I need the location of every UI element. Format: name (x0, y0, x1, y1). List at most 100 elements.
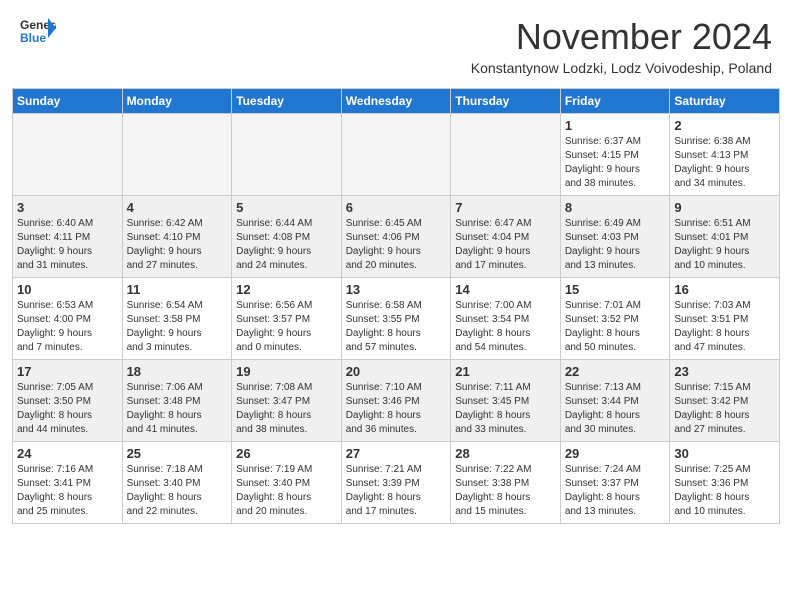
day-info: Sunrise: 7:16 AM Sunset: 3:41 PM Dayligh… (17, 463, 118, 519)
day-info: Sunrise: 6:44 AM Sunset: 4:08 PM Dayligh… (236, 217, 337, 273)
day-header-wednesday: Wednesday (341, 89, 451, 114)
calendar-cell: 20 Sunrise: 7:10 AM Sunset: 3:46 PM Dayli… (341, 360, 451, 442)
day-info: Sunrise: 6:42 AM Sunset: 4:10 PM Dayligh… (127, 217, 228, 273)
day-header-tuesday: Tuesday (232, 89, 342, 114)
calendar-cell (13, 114, 123, 196)
day-number: 23 (674, 364, 775, 379)
day-number: 4 (127, 200, 228, 215)
day-number: 6 (346, 200, 447, 215)
calendar-cell: 2 Sunrise: 6:38 AM Sunset: 4:13 PM Daylig… (670, 114, 780, 196)
calendar-table: SundayMondayTuesdayWednesdayThursdayFrid… (12, 88, 780, 524)
day-info: Sunrise: 6:37 AM Sunset: 4:15 PM Dayligh… (565, 135, 666, 191)
day-info: Sunrise: 7:15 AM Sunset: 3:42 PM Dayligh… (674, 381, 775, 437)
day-info: Sunrise: 6:38 AM Sunset: 4:13 PM Dayligh… (674, 135, 775, 191)
day-header-thursday: Thursday (451, 89, 561, 114)
calendar-cell: 11Sunrise: 6:54 AM Sunset: 3:58 PM Dayli… (122, 278, 232, 360)
day-number: 21 (455, 364, 556, 379)
day-number: 14 (455, 282, 556, 297)
calendar-cell (341, 114, 451, 196)
calendar-cell: 18 Sunrise: 7:06 AM Sunset: 3:48 PM Dayli… (122, 360, 232, 442)
day-info: Sunrise: 7:19 AM Sunset: 3:40 PM Dayligh… (236, 463, 337, 519)
day-info: Sunrise: 7:11 AM Sunset: 3:45 PM Dayligh… (455, 381, 556, 437)
day-info: Sunrise: 7:10 AM Sunset: 3:46 PM Dayligh… (346, 381, 447, 437)
day-info: Sunrise: 7:01 AM Sunset: 3:52 PM Dayligh… (565, 299, 666, 355)
day-number: 12 (236, 282, 337, 297)
calendar-cell (232, 114, 342, 196)
day-number: 22 (565, 364, 666, 379)
day-number: 9 (674, 200, 775, 215)
day-number: 30 (674, 446, 775, 461)
calendar-cell: 6 Sunrise: 6:45 AM Sunset: 4:06 PM Daylig… (341, 196, 451, 278)
calendar-cell: 9 Sunrise: 6:51 AM Sunset: 4:01 PM Daylig… (670, 196, 780, 278)
day-info: Sunrise: 7:24 AM Sunset: 3:37 PM Dayligh… (565, 463, 666, 519)
day-number: 8 (565, 200, 666, 215)
calendar-cell: 16 Sunrise: 7:03 AM Sunset: 3:51 PM Dayli… (670, 278, 780, 360)
day-number: 13 (346, 282, 447, 297)
day-info: Sunrise: 6:45 AM Sunset: 4:06 PM Dayligh… (346, 217, 447, 273)
subtitle: Konstantynow Lodzki, Lodz Voivodeship, P… (471, 60, 772, 76)
day-header-friday: Friday (560, 89, 670, 114)
calendar-cell: 29 Sunrise: 7:24 AM Sunset: 3:37 PM Dayli… (560, 442, 670, 524)
logo-icon: General Blue (20, 16, 56, 46)
day-info: Sunrise: 7:25 AM Sunset: 3:36 PM Dayligh… (674, 463, 775, 519)
calendar-cell: 24 Sunrise: 7:16 AM Sunset: 3:41 PM Dayli… (13, 442, 123, 524)
day-info: Sunrise: 7:03 AM Sunset: 3:51 PM Dayligh… (674, 299, 775, 355)
day-number: 10 (17, 282, 118, 297)
day-number: 25 (127, 446, 228, 461)
day-info: Sunrise: 6:58 AM Sunset: 3:55 PM Dayligh… (346, 299, 447, 355)
day-number: 26 (236, 446, 337, 461)
calendar-cell: 28 Sunrise: 7:22 AM Sunset: 3:38 PM Dayli… (451, 442, 561, 524)
calendar-cell (451, 114, 561, 196)
day-number: 18 (127, 364, 228, 379)
calendar-cell: 23 Sunrise: 7:15 AM Sunset: 3:42 PM Dayli… (670, 360, 780, 442)
calendar-cell: 19 Sunrise: 7:08 AM Sunset: 3:47 PM Dayli… (232, 360, 342, 442)
calendar-cell: 1 Sunrise: 6:37 AM Sunset: 4:15 PM Daylig… (560, 114, 670, 196)
calendar-cell: 7 Sunrise: 6:47 AM Sunset: 4:04 PM Daylig… (451, 196, 561, 278)
day-header-sunday: Sunday (13, 89, 123, 114)
day-number: 16 (674, 282, 775, 297)
day-info: Sunrise: 7:06 AM Sunset: 3:48 PM Dayligh… (127, 381, 228, 437)
calendar-cell: 12Sunrise: 6:56 AM Sunset: 3:57 PM Dayli… (232, 278, 342, 360)
title-section: November 2024 Konstantynow Lodzki, Lodz … (471, 16, 772, 76)
calendar-cell: 13 Sunrise: 6:58 AM Sunset: 3:55 PM Dayli… (341, 278, 451, 360)
day-info: Sunrise: 6:53 AM Sunset: 4:00 PM Dayligh… (17, 299, 118, 355)
day-info: Sunrise: 6:47 AM Sunset: 4:04 PM Dayligh… (455, 217, 556, 273)
day-number: 7 (455, 200, 556, 215)
calendar-cell (122, 114, 232, 196)
day-number: 20 (346, 364, 447, 379)
day-info: Sunrise: 6:49 AM Sunset: 4:03 PM Dayligh… (565, 217, 666, 273)
calendar-cell: 14Sunrise: 7:00 AM Sunset: 3:54 PM Dayli… (451, 278, 561, 360)
page-header: General Blue November 2024 Konstantynow … (0, 0, 792, 80)
calendar-cell: 27 Sunrise: 7:21 AM Sunset: 3:39 PM Dayli… (341, 442, 451, 524)
day-number: 19 (236, 364, 337, 379)
calendar-cell: 3Sunrise: 6:40 AM Sunset: 4:11 PM Daylig… (13, 196, 123, 278)
day-info: Sunrise: 7:08 AM Sunset: 3:47 PM Dayligh… (236, 381, 337, 437)
day-number: 27 (346, 446, 447, 461)
day-info: Sunrise: 7:05 AM Sunset: 3:50 PM Dayligh… (17, 381, 118, 437)
day-info: Sunrise: 6:51 AM Sunset: 4:01 PM Dayligh… (674, 217, 775, 273)
day-info: Sunrise: 7:21 AM Sunset: 3:39 PM Dayligh… (346, 463, 447, 519)
day-info: Sunrise: 7:18 AM Sunset: 3:40 PM Dayligh… (127, 463, 228, 519)
calendar-cell: 30 Sunrise: 7:25 AM Sunset: 3:36 PM Dayli… (670, 442, 780, 524)
day-header-saturday: Saturday (670, 89, 780, 114)
calendar-cell: 5Sunrise: 6:44 AM Sunset: 4:08 PM Daylig… (232, 196, 342, 278)
day-number: 2 (674, 118, 775, 133)
day-number: 17 (17, 364, 118, 379)
calendar-cell: 17 Sunrise: 7:05 AM Sunset: 3:50 PM Dayli… (13, 360, 123, 442)
logo: General Blue (20, 16, 56, 46)
day-number: 15 (565, 282, 666, 297)
day-number: 29 (565, 446, 666, 461)
day-header-monday: Monday (122, 89, 232, 114)
day-number: 24 (17, 446, 118, 461)
day-info: Sunrise: 6:54 AM Sunset: 3:58 PM Dayligh… (127, 299, 228, 355)
calendar-cell: 10 Sunrise: 6:53 AM Sunset: 4:00 PM Dayli… (13, 278, 123, 360)
day-info: Sunrise: 7:13 AM Sunset: 3:44 PM Dayligh… (565, 381, 666, 437)
day-number: 28 (455, 446, 556, 461)
calendar-cell: 8 Sunrise: 6:49 AM Sunset: 4:03 PM Daylig… (560, 196, 670, 278)
month-title: November 2024 (471, 16, 772, 58)
calendar-cell: 4 Sunrise: 6:42 AM Sunset: 4:10 PM Daylig… (122, 196, 232, 278)
day-number: 3 (17, 200, 118, 215)
calendar-cell: 26 Sunrise: 7:19 AM Sunset: 3:40 PM Dayli… (232, 442, 342, 524)
day-number: 1 (565, 118, 666, 133)
day-info: Sunrise: 7:22 AM Sunset: 3:38 PM Dayligh… (455, 463, 556, 519)
